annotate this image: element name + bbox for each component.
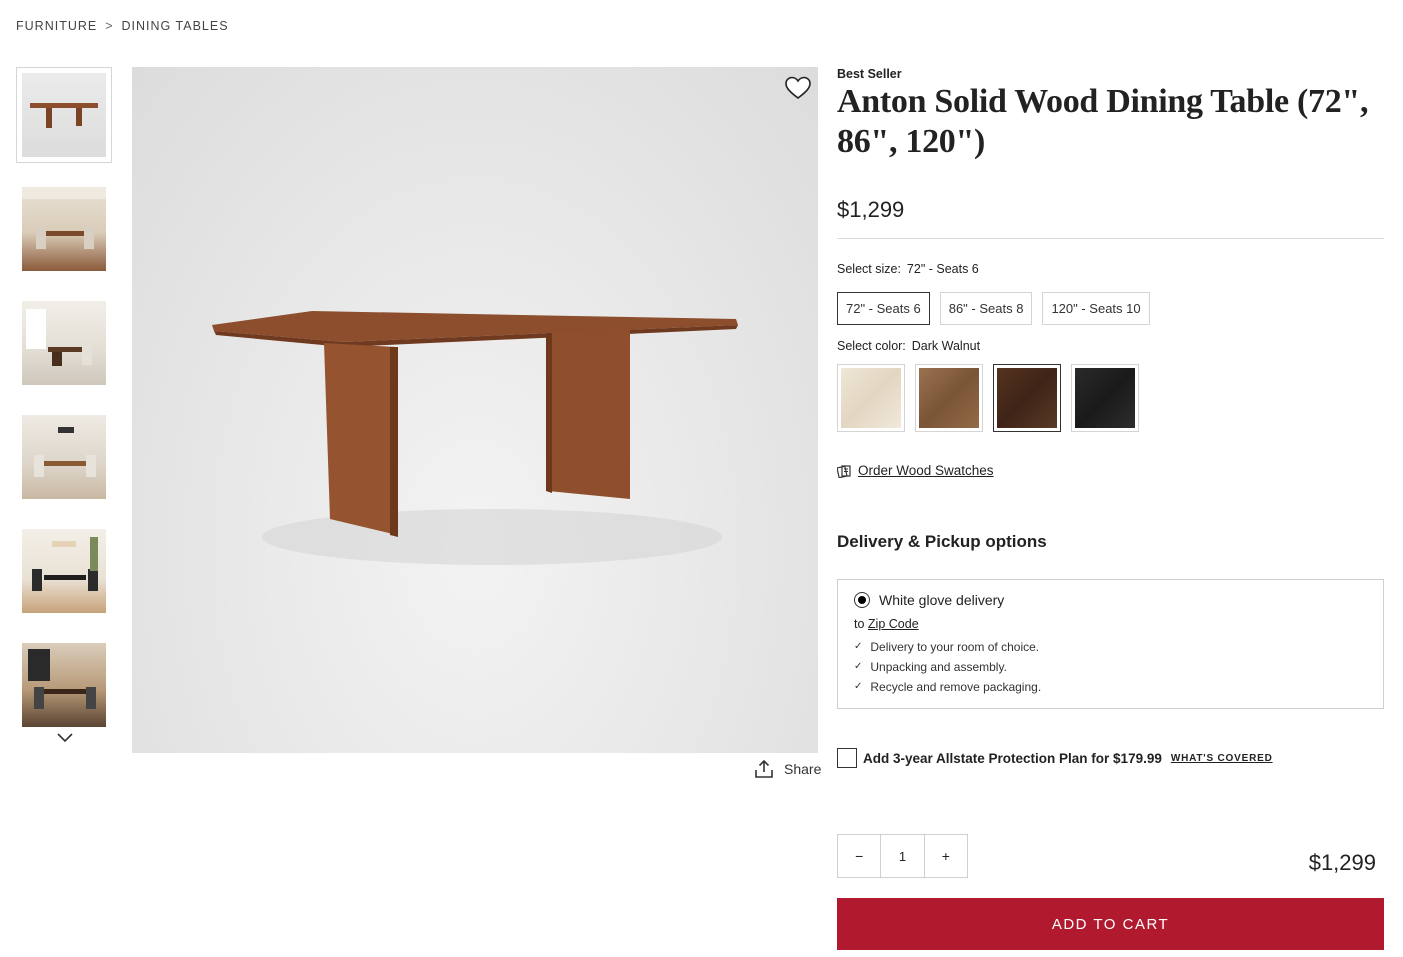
size-label: Select size: 72" - Seats 6 <box>837 262 979 276</box>
size-option-72[interactable]: 72" - Seats 6 <box>837 292 930 325</box>
swatch-fill <box>997 368 1057 428</box>
white-glove-option[interactable]: White glove delivery <box>854 592 1367 608</box>
thumbnail-room-image <box>34 427 96 477</box>
breadcrumb-separator: > <box>105 19 114 33</box>
color-swatch-2[interactable] <box>915 364 983 432</box>
thumbnail-6[interactable] <box>22 643 106 727</box>
protection-plan: Add 3-year Allstate Protection Plan for … <box>837 748 1273 768</box>
selected-color-value: Dark Walnut <box>911 339 981 353</box>
thumbnail-room-image <box>26 309 92 366</box>
quantity-decrease-button[interactable]: − <box>838 835 880 877</box>
breadcrumb-furniture[interactable]: FURNITURE <box>16 19 97 33</box>
share-icon <box>755 759 773 778</box>
whats-covered-link[interactable]: WHAT'S COVERED <box>1171 753 1273 764</box>
selected-size-value: 72" - Seats 6 <box>906 262 979 276</box>
size-options: 72" - Seats 6 86" - Seats 8 120" - Seats… <box>837 292 1150 325</box>
product-details: Best Seller Anton Solid Wood Dining Tabl… <box>837 0 1384 957</box>
size-option-120[interactable]: 120" - Seats 10 <box>1042 292 1150 325</box>
heart-icon[interactable] <box>784 75 812 101</box>
delivery-option-card[interactable]: White glove delivery to Zip Code ✓ Delive… <box>837 579 1384 709</box>
breadcrumb-dining-tables[interactable]: DINING TABLES <box>122 19 229 33</box>
thumbnail-4[interactable] <box>22 415 106 499</box>
protection-plan-checkbox[interactable] <box>837 748 857 768</box>
quantity-increase-button[interactable]: + <box>925 835 967 877</box>
check-icon: ✓ <box>854 661 863 672</box>
zip-code-link[interactable]: Zip Code <box>868 617 919 631</box>
thumbnail-table-image <box>30 103 98 128</box>
list-item: ✓ Unpacking and assembly. <box>854 657 1367 677</box>
dining-table-illustration <box>212 311 738 565</box>
quantity-stepper: − 1 + <box>837 834 968 878</box>
thumbnail-5[interactable] <box>22 529 106 613</box>
thumbnail-room-image <box>28 649 96 709</box>
order-wood-swatches[interactable]: Order Wood Swatches <box>837 463 994 478</box>
quantity-input[interactable]: 1 <box>880 835 925 877</box>
main-product-image[interactable] <box>132 67 818 753</box>
color-label: Select color: Dark Walnut <box>837 339 981 353</box>
share-label: Share <box>784 761 822 777</box>
color-swatch-dark-walnut[interactable] <box>993 364 1061 432</box>
check-icon: ✓ <box>854 641 863 652</box>
thumbnail-room-image <box>32 537 98 591</box>
add-to-cart-button[interactable]: ADD TO CART <box>837 898 1384 950</box>
zip-code-row: to Zip Code <box>854 617 919 631</box>
swatch-fill <box>1075 368 1135 428</box>
delivery-benefits: ✓ Delivery to your room of choice. ✓ Unpac… <box>854 637 1367 697</box>
thumbnail-2[interactable] <box>22 187 106 271</box>
share-button[interactable]: Share <box>754 759 821 779</box>
color-options <box>837 364 1139 432</box>
list-item: ✓ Delivery to your room of choice. <box>854 637 1367 657</box>
radio-selected[interactable] <box>854 592 870 608</box>
chevron-down-icon[interactable] <box>55 730 75 746</box>
divider <box>837 238 1384 239</box>
delivery-option-label: White glove delivery <box>879 592 1005 608</box>
thumbnail-1[interactable] <box>16 67 112 163</box>
color-swatch-1[interactable] <box>837 364 905 432</box>
product-price: $1,299 <box>837 197 905 222</box>
protection-plan-text: Add 3-year Allstate Protection Plan for … <box>863 750 1162 766</box>
order-wood-swatches-link[interactable]: Order Wood Swatches <box>858 463 994 478</box>
swatch-book-icon <box>837 464 851 478</box>
swatch-fill <box>919 368 979 428</box>
delivery-heading: Delivery & Pickup options <box>837 532 1047 551</box>
check-icon: ✓ <box>854 681 863 692</box>
breadcrumb: FURNITURE > DINING TABLES <box>16 19 229 33</box>
color-swatch-4[interactable] <box>1071 364 1139 432</box>
product-title: Anton Solid Wood Dining Table (72", 86",… <box>837 83 1369 160</box>
total-price: $1,299 <box>1308 850 1376 875</box>
best-seller-badge: Best Seller <box>837 67 902 81</box>
size-option-86[interactable]: 86" - Seats 8 <box>939 292 1033 325</box>
list-item: ✓ Recycle and remove packaging. <box>854 677 1367 697</box>
thumbnail-3[interactable] <box>22 301 106 385</box>
swatch-fill <box>841 368 901 428</box>
thumbnail-room-image <box>22 187 106 249</box>
